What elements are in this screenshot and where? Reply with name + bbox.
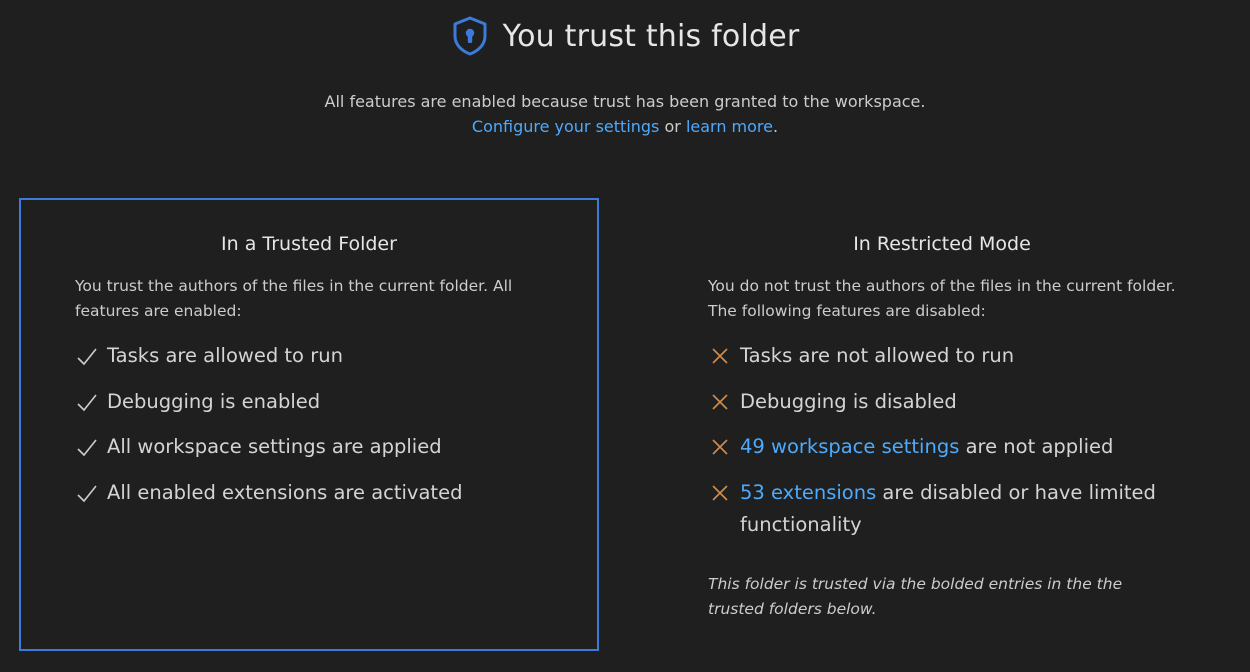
page-header: You trust this folder <box>0 12 1250 60</box>
restricted-feature-list: Tasks are not allowed to run Debugging i… <box>708 340 1208 554</box>
restricted-mode-panel: In Restricted Mode You do not trust the … <box>652 198 1232 651</box>
restricted-panel-heading: In Restricted Mode <box>853 233 1031 255</box>
feature-text: All workspace settings are applied <box>107 435 442 458</box>
check-icon <box>75 340 107 372</box>
list-item: All workspace settings are applied <box>75 431 575 463</box>
workspace-trust-page: You trust this folder All features are e… <box>0 0 1250 672</box>
list-item: 53 extensions are disabled or have limit… <box>708 477 1208 541</box>
trusted-folder-panel: In a Trusted Folder You trust the author… <box>19 198 599 651</box>
list-item: 49 workspace settings are not applied <box>708 431 1208 463</box>
trusted-panel-heading: In a Trusted Folder <box>221 233 397 255</box>
list-item: Tasks are not allowed to run <box>708 340 1208 372</box>
feature-text-wrap: 49 workspace settings are not applied <box>740 431 1113 463</box>
check-icon <box>75 477 107 509</box>
workspace-settings-link[interactable]: 49 workspace settings <box>740 435 959 458</box>
x-icon <box>708 477 740 509</box>
x-icon <box>708 431 740 463</box>
subtitle-links-line: Configure your settings or learn more. <box>0 114 1250 139</box>
trusted-feature-list: Tasks are allowed to run Debugging is en… <box>75 340 575 522</box>
feature-text: Tasks are not allowed to run <box>740 344 1015 367</box>
feature-text-wrap: 53 extensions are disabled or have limit… <box>740 477 1170 541</box>
list-item: All enabled extensions are activated <box>75 477 575 509</box>
restricted-panel-description: You do not trust the authors of the file… <box>708 277 1176 320</box>
feature-text: Debugging is enabled <box>107 389 321 413</box>
x-icon <box>708 340 740 372</box>
extensions-link[interactable]: 53 extensions <box>740 481 876 504</box>
feature-text: All enabled extensions are activated <box>107 480 463 504</box>
list-item: Debugging is enabled <box>75 386 575 418</box>
page-subtitle: All features are enabled because trust h… <box>0 89 1250 139</box>
list-item: Tasks are allowed to run <box>75 340 575 372</box>
feature-text: Tasks are allowed to run <box>107 344 343 367</box>
learn-more-link[interactable]: learn more <box>686 117 773 136</box>
feature-text: Debugging is disabled <box>740 389 957 413</box>
x-icon <box>708 386 740 418</box>
trusted-folders-note: This folder is trusted via the bolded en… <box>708 575 1123 618</box>
subtitle-text: All features are enabled because trust h… <box>324 92 926 111</box>
check-icon <box>75 386 107 418</box>
shield-lock-icon <box>451 15 489 57</box>
trusted-panel-description: You trust the authors of the files in th… <box>75 277 513 320</box>
list-item: Debugging is disabled <box>708 386 1208 418</box>
subtitle-period: . <box>773 117 779 136</box>
check-icon <box>75 431 107 463</box>
configure-settings-link[interactable]: Configure your settings <box>472 117 660 136</box>
feature-text: are not applied <box>959 435 1114 458</box>
subtitle-or-text: or <box>659 117 686 136</box>
page-title: You trust this folder <box>502 18 800 54</box>
